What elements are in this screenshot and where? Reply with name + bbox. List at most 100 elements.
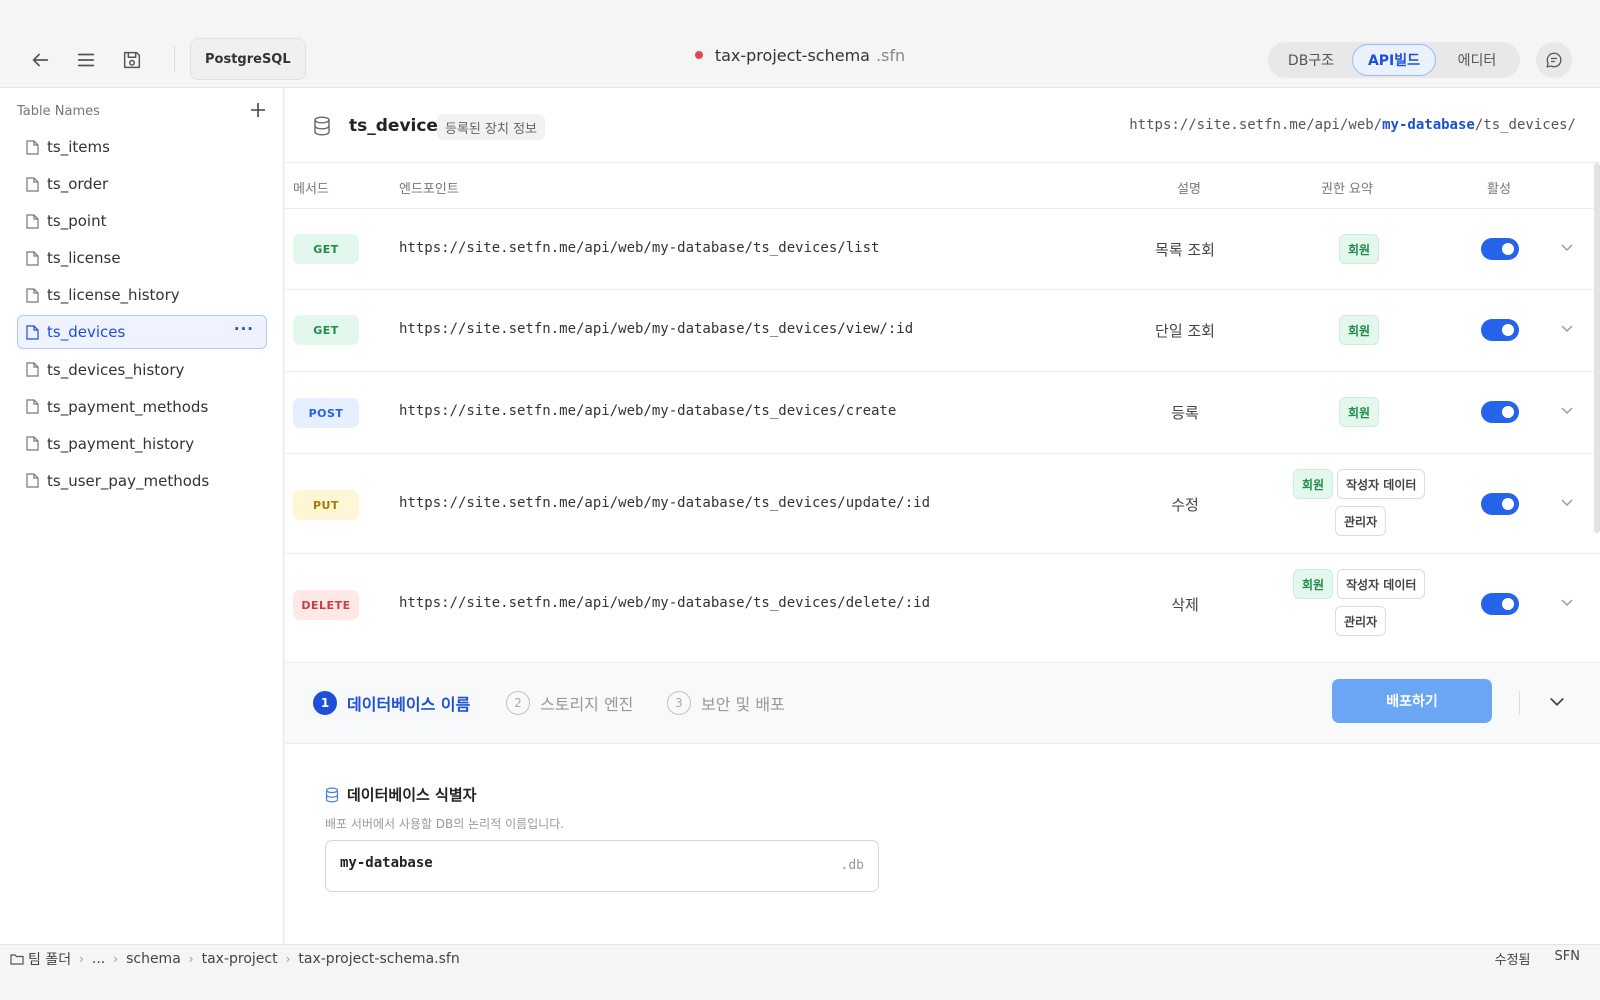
identifier-title-text: 데이터베이스 식별자: [347, 786, 477, 804]
step-storage-engine[interactable]: 2 스토리지 엔진: [506, 691, 633, 715]
status-right: 수정됨 SFN: [1495, 949, 1580, 968]
sidebar-item-label: ts_payment_history: [47, 434, 195, 453]
main-panel: ts_devices 등록된 장치 정보 https://site.setfn.…: [285, 88, 1600, 944]
table-description-badge: 등록된 장치 정보: [437, 114, 545, 140]
chevron-down-icon[interactable]: [1559, 494, 1575, 514]
database-name-field[interactable]: .db: [325, 840, 879, 892]
scrollbar[interactable]: [1594, 163, 1600, 533]
sidebar-item-label: ts_payment_methods: [47, 397, 209, 416]
permission-badge-member: 회원: [1339, 234, 1380, 264]
active-toggle[interactable]: [1481, 401, 1519, 423]
sidebar-item-ts-devices-history[interactable]: ts_devices_history: [17, 353, 267, 387]
sidebar-item-ts-user-pay-methods[interactable]: ts_user_pay_methods: [17, 464, 267, 498]
deploy-button[interactable]: 배포하기: [1332, 679, 1492, 723]
file-ext: .sfn: [875, 46, 906, 65]
endpoint-url: https://site.setfn.me/api/web/my-databas…: [399, 595, 931, 611]
sidebar-item-ts-payment-history[interactable]: ts_payment_history: [17, 427, 267, 461]
database-icon: [325, 787, 339, 802]
file-icon: [26, 251, 39, 266]
db-type-badge[interactable]: PostgreSQL: [190, 38, 306, 80]
endpoint-description: 등록: [1171, 404, 1199, 422]
sidebar-item-ts-items[interactable]: ts_items: [17, 130, 267, 164]
active-toggle[interactable]: [1481, 319, 1519, 341]
back-arrow-icon[interactable]: [24, 44, 56, 76]
chevron-down-icon[interactable]: [1559, 320, 1575, 340]
step-database-name[interactable]: 1 데이터베이스 이름: [313, 691, 470, 715]
sidebar-item-label: ts_point: [47, 212, 107, 231]
breadcrumb-item[interactable]: ...: [92, 951, 105, 967]
view-mode-tabs: DB구조 API빌드 에디터: [1268, 42, 1520, 78]
deploy-stepper: 1 데이터베이스 이름 2 스토리지 엔진 3 보안 및 배포 배포하기: [285, 662, 1600, 744]
chat-icon[interactable]: [1536, 42, 1572, 78]
chevron-down-icon[interactable]: [1547, 691, 1567, 715]
file-icon: [26, 436, 39, 451]
table-row[interactable]: POST https://site.setfn.me/api/web/my-da…: [285, 372, 1600, 454]
chevron-right-icon: ›: [285, 952, 291, 966]
sidebar-item-label: ts_devices: [47, 323, 126, 342]
identifier-title: 데이터베이스 식별자: [325, 784, 564, 805]
col-method: 메서드: [293, 182, 329, 197]
table-row[interactable]: DELETE https://site.setfn.me/api/web/my-…: [285, 554, 1600, 654]
table-row[interactable]: PUT https://site.setfn.me/api/web/my-dat…: [285, 454, 1600, 554]
save-icon[interactable]: [116, 44, 148, 76]
chevron-down-icon[interactable]: [1559, 402, 1575, 422]
base-url-suffix: /ts_devices/: [1474, 117, 1576, 133]
toolbar-divider: [174, 46, 175, 72]
menu-icon[interactable]: [70, 44, 102, 76]
step-number: 1: [313, 691, 337, 715]
sidebar-item-label: ts_user_pay_methods: [47, 471, 210, 490]
breadcrumb-item[interactable]: tax-project-schema.sfn: [298, 951, 459, 967]
active-toggle[interactable]: [1481, 493, 1519, 515]
permission-badge-author-data: 작성자 데이터: [1337, 469, 1426, 499]
sidebar-item-ts-point[interactable]: ts_point: [17, 204, 267, 238]
tab-editor[interactable]: 에디터: [1436, 44, 1518, 76]
sidebar-item-ts-license-history[interactable]: ts_license_history: [17, 278, 267, 312]
step-number: 2: [506, 691, 530, 715]
step-label: 데이터베이스 이름: [347, 695, 471, 714]
sidebar-item-ts-payment-methods[interactable]: ts_payment_methods: [17, 390, 267, 424]
table-row[interactable]: GET https://site.setfn.me/api/web/my-dat…: [285, 209, 1600, 290]
chevron-right-icon: ›: [113, 952, 119, 966]
permission-badge-admin: 관리자: [1335, 606, 1387, 636]
tab-db-structure[interactable]: DB구조: [1270, 44, 1352, 76]
breadcrumb: 팀 폴더 › ... › schema › tax-project › tax-…: [10, 949, 464, 969]
method-badge-put: PUT: [293, 490, 359, 520]
sidebar-item-label: ts_order: [47, 175, 109, 194]
add-table-icon[interactable]: [246, 98, 270, 122]
sidebar-item-ts-order[interactable]: ts_order: [17, 167, 267, 201]
database-identifier-section: 데이터베이스 식별자 배포 서버에서 사용할 DB의 논리적 이름입니다. .d…: [325, 784, 879, 892]
database-name-input[interactable]: [340, 855, 800, 871]
breadcrumb-item[interactable]: tax-project: [202, 951, 278, 967]
file-icon: [26, 362, 39, 377]
chevron-down-icon[interactable]: [1559, 239, 1575, 259]
table-row[interactable]: GET https://site.setfn.me/api/web/my-dat…: [285, 290, 1600, 372]
endpoint-url: https://site.setfn.me/api/web/my-databas…: [399, 321, 914, 337]
method-badge-get: GET: [293, 315, 359, 345]
step-security-deploy[interactable]: 3 보안 및 배포: [667, 691, 785, 715]
active-toggle[interactable]: [1481, 238, 1519, 260]
sidebar-item-ts-devices[interactable]: ts_devices ···: [17, 315, 267, 350]
file-icon: [26, 214, 39, 229]
permission-badge-admin: 관리자: [1335, 506, 1387, 536]
save-status: 수정됨: [1494, 953, 1531, 968]
endpoint-description: 수정: [1171, 496, 1199, 514]
sidebar: Table Names ts_items ts_order ts_point t…: [0, 88, 284, 944]
file-icon: [26, 399, 39, 414]
base-url[interactable]: https://site.setfn.me/api/web/my-databas…: [1129, 117, 1576, 133]
tab-api-build[interactable]: API빌드: [1352, 44, 1436, 76]
endpoint-table-header: 메서드 엔드포인트 설명 권한 요약 활성: [285, 163, 1600, 209]
breadcrumb-item[interactable]: 팀 폴더: [28, 949, 71, 969]
more-options-icon[interactable]: ···: [234, 320, 254, 338]
active-toggle[interactable]: [1481, 593, 1519, 615]
col-endpoint: 엔드포인트: [399, 182, 459, 197]
col-description: 설명: [1177, 182, 1201, 197]
method-badge-delete: DELETE: [293, 590, 359, 620]
endpoint-description: 삭제: [1171, 596, 1199, 614]
file-icon: [26, 139, 39, 155]
sidebar-item-ts-license[interactable]: ts_license: [17, 241, 267, 275]
method-badge-get: GET: [293, 234, 359, 264]
breadcrumb-item[interactable]: schema: [126, 951, 181, 967]
chevron-down-icon[interactable]: [1559, 594, 1575, 614]
top-bar: PostgreSQL tax-project-schema .sfn DB구조 A…: [0, 0, 1600, 88]
database-name-suffix: .db: [840, 858, 864, 873]
